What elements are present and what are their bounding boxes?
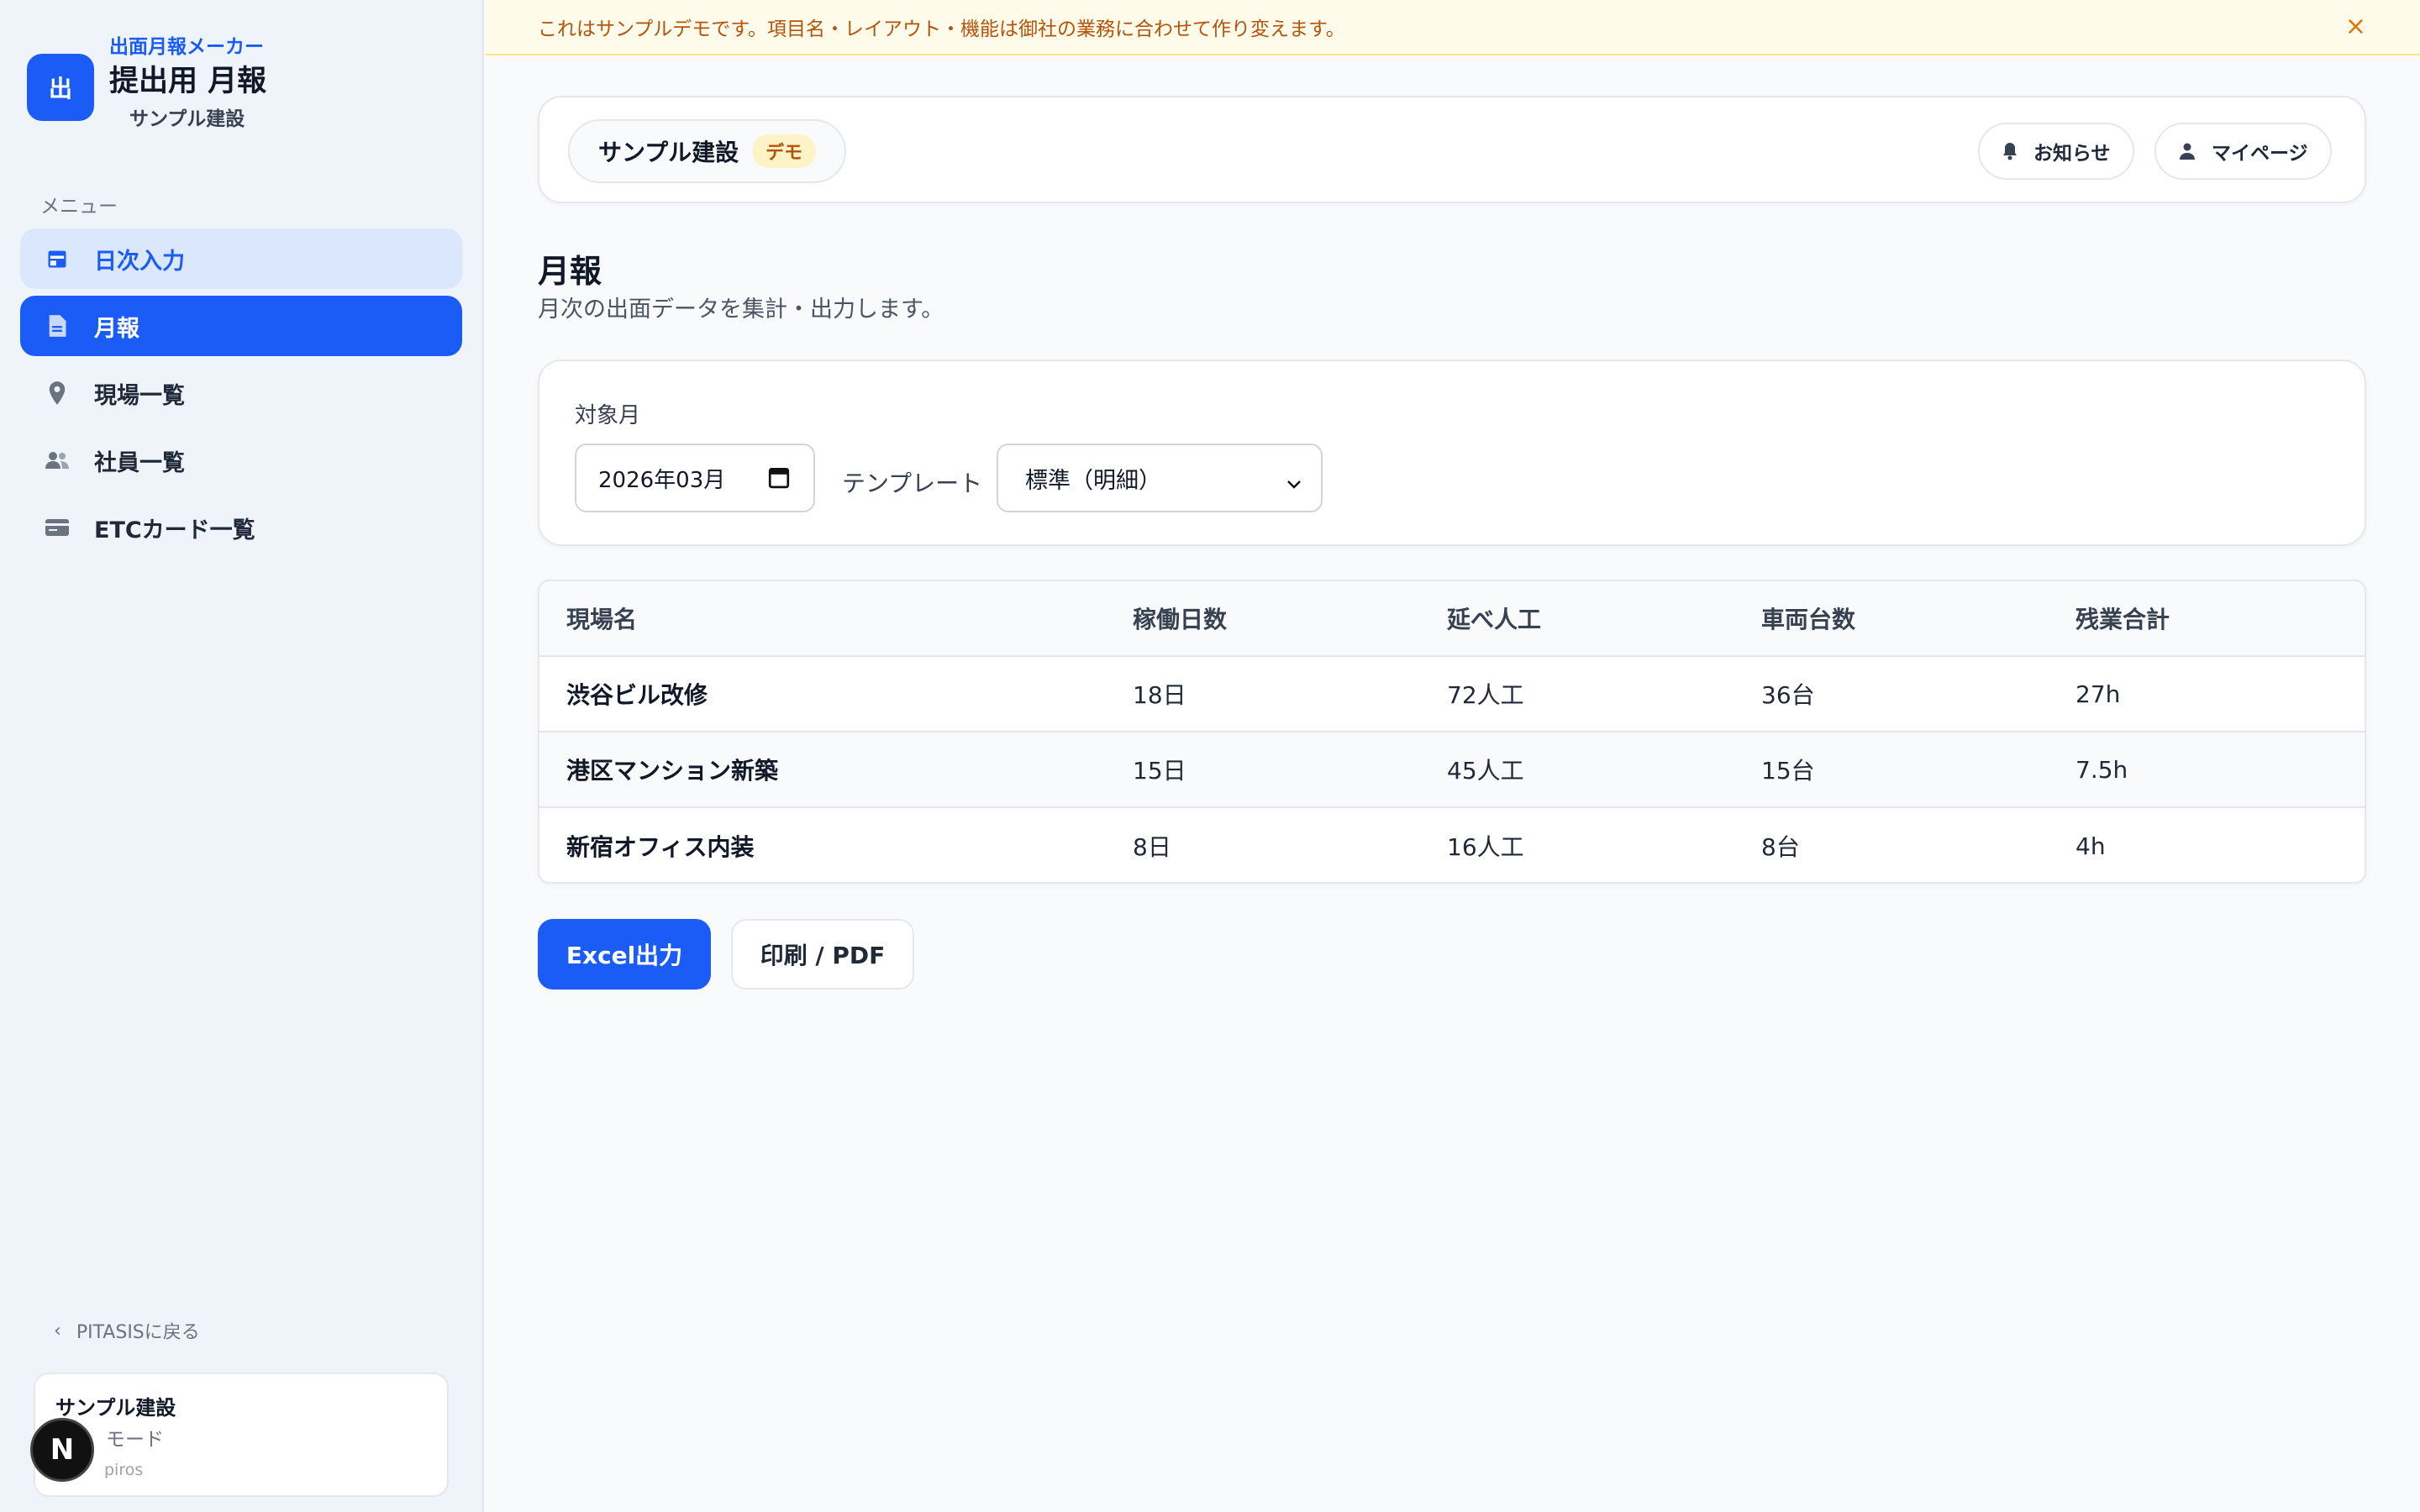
column-header: 現場名 [566, 606, 638, 633]
cell-overtime: 27h [2075, 680, 2121, 708]
header-card: サンプル建設 デモ お知らせ マイページ [538, 96, 2366, 203]
bell-icon [2002, 141, 2018, 161]
calendar-picker-icon[interactable] [768, 465, 790, 495]
template-label: テンプレート [842, 470, 983, 497]
back-link-label: PITASISに戻る [76, 1322, 200, 1343]
column-header: 残業合計 [2075, 606, 2170, 633]
month-label: 対象月 [575, 403, 641, 428]
cell-working-days: 8日 [1133, 833, 1171, 861]
sidebar-nav: 日次入力 月報 現場一覧 社員一覧 ETCカード一覧 [20, 228, 462, 564]
table-row: 港区マンション新築 15日 45人工 15台 7.5h [539, 732, 2365, 808]
cell-site-name: 新宿オフィス内装 [566, 833, 755, 861]
calendar-icon [44, 245, 71, 272]
close-icon[interactable]: × [2345, 12, 2366, 41]
column-header: 車両台数 [1761, 606, 1856, 633]
cell-vehicles: 36台 [1761, 681, 1815, 709]
column-header: 延べ人工 [1447, 606, 1542, 633]
template-value: 標準（明細） [1025, 467, 1161, 494]
back-to-pitasis-link[interactable]: ‹ PITASISに戻る [54, 1317, 200, 1344]
sidebar-item-label: 社員一覧 [94, 449, 185, 476]
cell-working-days: 18日 [1133, 681, 1186, 709]
document-icon [44, 312, 71, 339]
mypage-label: マイページ [2212, 143, 2308, 165]
cell-man-days: 16人工 [1447, 833, 1524, 861]
demo-badge: デモ [752, 134, 817, 168]
demo-banner: これはサンプルデモです。項目名・レイアウト・機能は御社の業務に合わせて作り変えま… [486, 0, 2420, 55]
table-row: 新宿オフィス内装 8日 16人工 8台 4h [539, 808, 2365, 882]
notifications-label: お知らせ [2033, 143, 2111, 165]
cell-site-name: 渋谷ビル改修 [566, 681, 708, 709]
banner-text: これはサンプルデモです。項目名・レイアウト・機能は御社の業務に合わせて作り変えま… [538, 18, 1345, 40]
people-icon [44, 447, 71, 474]
user-icon [2178, 142, 2196, 160]
chevron-down-icon [1286, 470, 1302, 496]
account-mode: モード [106, 1429, 164, 1451]
sidebar: 出 出面月報メーカー 提出用 月報 サンプル建設 メニュー 日次入力 月報 現場… [0, 0, 484, 1512]
sidebar-item-label: 日次入力 [94, 248, 185, 275]
brand-logo: 出 [27, 54, 94, 121]
sidebar-item-label: ETCカード一覧 [94, 517, 255, 543]
filter-card: 対象月 2026年03月 テンプレート 標準（明細） [538, 360, 2366, 546]
chevron-left-icon: ‹ [54, 1320, 61, 1341]
excel-export-button[interactable]: Excel出力 [538, 919, 711, 990]
cell-vehicles: 8台 [1761, 833, 1800, 861]
cell-overtime: 4h [2075, 832, 2106, 860]
cell-overtime: 7.5h [2075, 755, 2128, 784]
sidebar-item-etc-card-list[interactable]: ETCカード一覧 [20, 497, 462, 558]
account-user: piros [104, 1461, 144, 1479]
cell-site-name: 港区マンション新築 [566, 757, 779, 785]
month-value: 2026年03月 [598, 467, 726, 493]
cell-working-days: 15日 [1133, 757, 1186, 785]
location-pin-icon [44, 380, 71, 407]
page-description: 月次の出面データを集計・出力します。 [538, 297, 944, 323]
company-pill[interactable]: サンプル建設 デモ [568, 119, 847, 183]
notifications-button[interactable]: お知らせ [1978, 123, 2134, 180]
brand-company: サンプル建設 [129, 108, 245, 130]
sidebar-item-daily-input[interactable]: 日次入力 [20, 228, 462, 289]
column-header: 稼働日数 [1133, 606, 1228, 633]
template-select[interactable]: 標準（明細） [997, 444, 1323, 512]
summary-table: 現場名 稼働日数 延べ人工 車両台数 残業合計 渋谷ビル改修 18日 72人工 … [538, 580, 2366, 884]
table-row: 渋谷ビル改修 18日 72人工 36台 27h [539, 657, 2365, 732]
print-pdf-button[interactable]: 印刷 / PDF [731, 919, 914, 990]
table-header-row: 現場名 稼働日数 延べ人工 車両台数 残業合計 [539, 581, 2365, 657]
brand-subtitle: 出面月報メーカー [109, 36, 264, 58]
sidebar-item-label: 現場一覧 [94, 382, 185, 409]
account-card[interactable]: サンプル建設 モード piros [34, 1373, 449, 1497]
header-company: サンプル建設 [598, 139, 739, 166]
month-input[interactable]: 2026年03月 [575, 444, 815, 512]
sidebar-item-site-list[interactable]: 現場一覧 [20, 363, 462, 423]
cell-man-days: 72人工 [1447, 681, 1524, 709]
brand-title: 提出用 月報 [109, 65, 267, 98]
sidebar-item-employee-list[interactable]: 社員一覧 [20, 430, 462, 491]
n-badge[interactable]: N [30, 1418, 94, 1482]
mypage-button[interactable]: マイページ [2154, 123, 2332, 180]
cell-man-days: 45人工 [1447, 757, 1524, 785]
brand: 出 出面月報メーカー 提出用 月報 サンプル建設 [27, 34, 266, 136]
card-icon [44, 514, 71, 541]
menu-label: メニュー [40, 196, 118, 218]
account-company: サンプル建設 [55, 1396, 176, 1420]
sidebar-item-monthly-report[interactable]: 月報 [20, 296, 462, 356]
cell-vehicles: 15台 [1761, 757, 1815, 785]
sidebar-item-label: 月報 [94, 315, 139, 342]
page-title: 月報 [538, 253, 602, 290]
